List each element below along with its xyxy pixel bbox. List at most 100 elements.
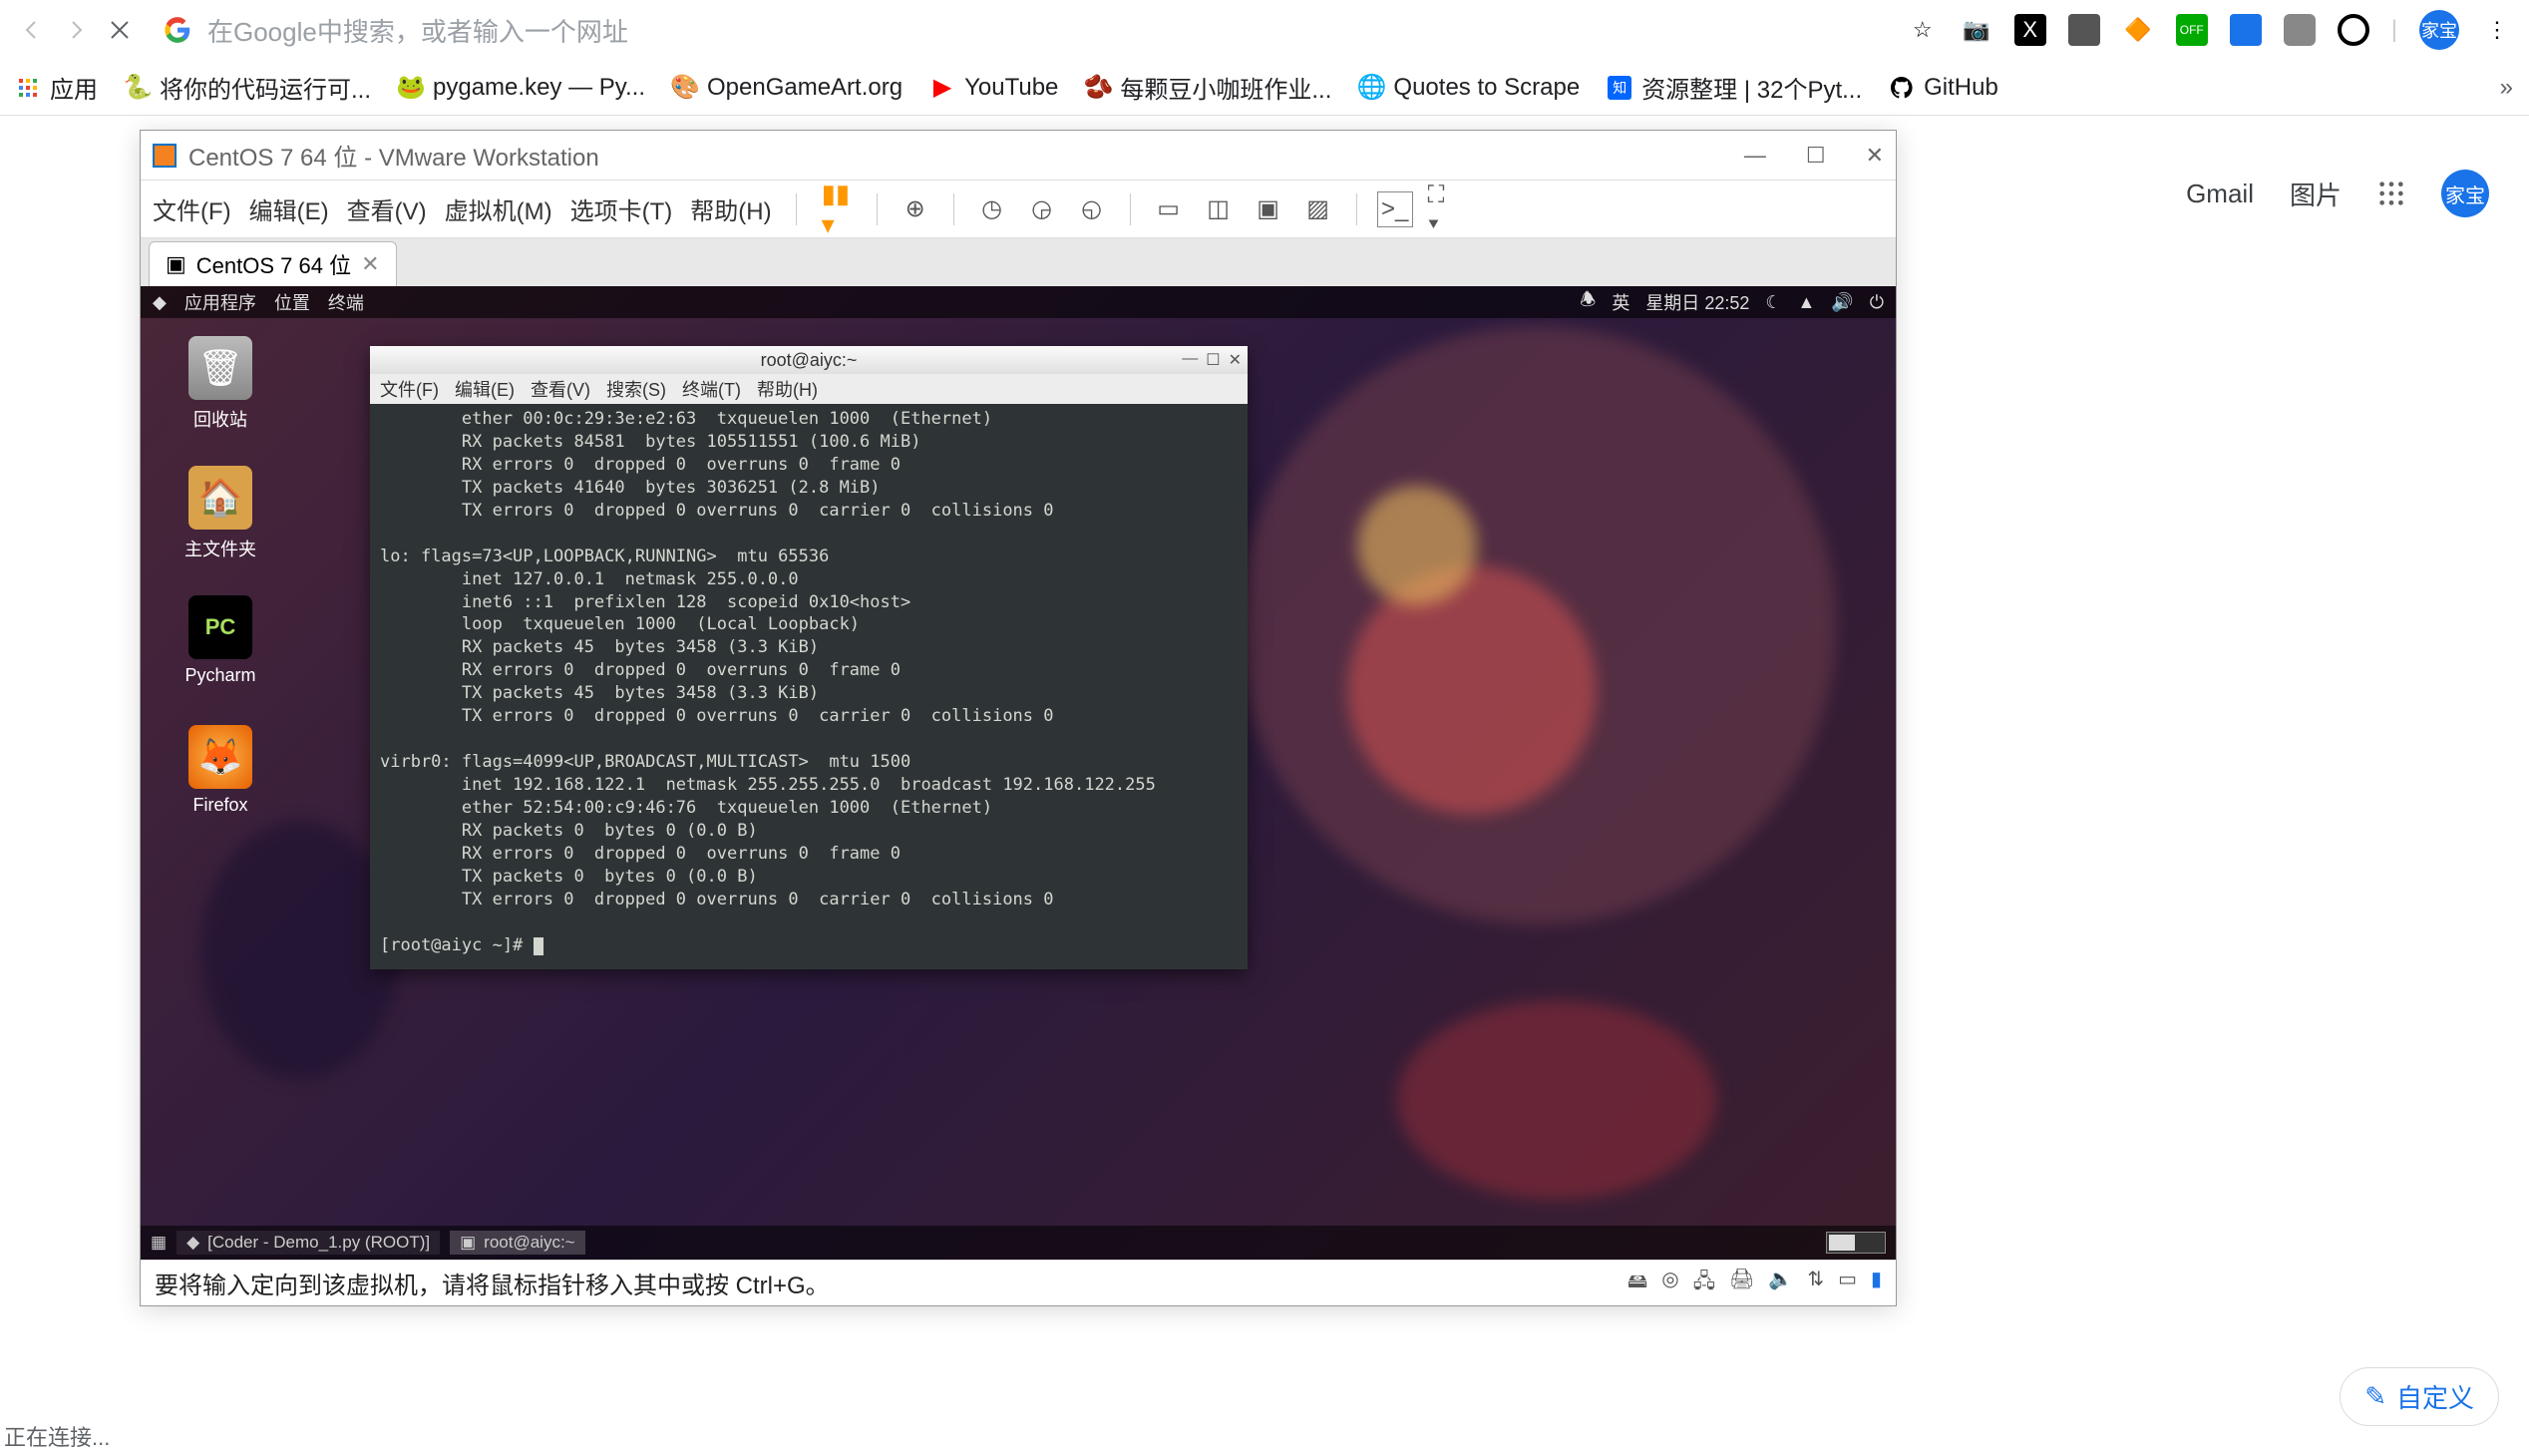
show-desktop-icon[interactable]: ▦ [151, 1233, 167, 1253]
network-icon[interactable]: ▲ [1798, 292, 1816, 313]
terminal-body[interactable]: ether 00:0c:29:3e:e2:63 txqueuelen 1000 … [370, 404, 1248, 969]
pause-button[interactable]: ▮▮ ▾ [821, 191, 857, 227]
gnome-menu-apps[interactable]: 应用程序 [184, 289, 256, 315]
forward-button[interactable] [60, 14, 92, 46]
google-header-right: Gmail 图片 家宝 [2186, 170, 2489, 217]
workspace-switcher[interactable] [1826, 1232, 1886, 1254]
ext-icon-off[interactable]: OFF [2176, 14, 2208, 46]
desktop-trash[interactable]: 🗑 回收站 [171, 336, 270, 432]
close-button[interactable]: ✕ [1866, 143, 1884, 169]
menu-file[interactable]: 文件(F) [153, 191, 231, 226]
terminal-minimize-icon[interactable]: — [1182, 350, 1198, 370]
bookmark-2[interactable]: 🎨OpenGameArt.org [673, 74, 903, 102]
term-menu-edit[interactable]: 编辑(E) [455, 376, 515, 402]
term-menu-search[interactable]: 搜索(S) [606, 376, 666, 402]
omnibox[interactable]: 在Google中搜索，或者输入一个网址 [148, 12, 1895, 49]
menu-view[interactable]: 查看(V) [347, 191, 427, 226]
term-menu-view[interactable]: 查看(V) [531, 376, 590, 402]
bookmark-1[interactable]: 🐸pygame.key — Py... [399, 74, 645, 102]
vmware-titlebar[interactable]: CentOS 7 64 位 - VMware Workstation — ☐ ✕ [141, 131, 1896, 181]
view-dis-unity-icon[interactable]: ▨ [1300, 191, 1336, 227]
task-terminal[interactable]: ▣ root@aiyc:~ [450, 1231, 585, 1255]
ext-icon-3[interactable]: 🔶 [2122, 14, 2154, 46]
menu-edit[interactable]: 编辑(E) [249, 191, 329, 226]
status-usb-icon[interactable]: ⇅ [1807, 1267, 1824, 1300]
term-menu-terminal[interactable]: 终端(T) [682, 376, 741, 402]
status-display-icon[interactable]: ▭ [1838, 1267, 1857, 1300]
send-cad-icon[interactable]: ⊕ [898, 191, 933, 227]
gnome-activities-icon[interactable]: ◆ [153, 292, 167, 313]
vm-tab-icon: ▣ [166, 251, 186, 277]
view-split-icon[interactable]: ◫ [1201, 191, 1237, 227]
google-apps-icon[interactable] [2377, 180, 2405, 207]
menu-vm[interactable]: 虚拟机(M) [445, 191, 552, 226]
status-sound-icon[interactable]: 🔈 [1768, 1267, 1793, 1300]
vm-tab-close-icon[interactable]: ✕ [361, 251, 379, 277]
ext-icon-5[interactable] [2284, 14, 2316, 46]
view-single-icon[interactable]: ▭ [1151, 191, 1187, 227]
bookmark-7[interactable]: GitHub [1890, 74, 1998, 102]
apps-label: 应用 [50, 70, 98, 105]
youtube-icon: ▶ [930, 76, 954, 100]
ext-icon-1[interactable]: X [2014, 14, 2046, 46]
gnome-desktop[interactable]: ◆ 应用程序 位置 终端 🕭 英 星期日 22:52 ☾ ▲ 🔊 ⏻ 🗑 回收站… [141, 286, 1896, 1260]
volume-icon[interactable]: 🔊 [1831, 292, 1853, 313]
stop-button[interactable] [104, 14, 136, 46]
night-icon[interactable]: ☾ [1765, 292, 1781, 313]
task-pycharm[interactable]: ◆ [Coder - Demo_1.py (ROOT)] [177, 1231, 440, 1255]
bookmark-4[interactable]: 🫘每颗豆小咖班作业... [1086, 70, 1331, 105]
gnome-menu-places[interactable]: 位置 [274, 289, 310, 315]
status-cd-icon[interactable]: ◎ [1661, 1267, 1678, 1300]
ext-icon-4[interactable] [2230, 14, 2262, 46]
desktop-pycharm[interactable]: PC Pycharm [171, 595, 270, 686]
terminal-close-icon[interactable]: ✕ [1229, 350, 1242, 370]
minimize-button[interactable]: — [1744, 143, 1766, 169]
power-icon[interactable]: ⏻ [1870, 292, 1884, 313]
ext-icon-2[interactable] [2068, 14, 2100, 46]
vmware-title: CentOS 7 64 位 - VMware Workstation [188, 138, 599, 173]
desktop-firefox[interactable]: 🦊 Firefox [171, 725, 270, 816]
status-printer-icon[interactable]: 🖨 [1729, 1267, 1754, 1300]
customize-button[interactable]: ✎ 自定义 [2340, 1367, 2499, 1426]
desktop-home[interactable]: 🏠 主文件夹 [171, 466, 270, 561]
bookmark-5[interactable]: 🌐Quotes to Scrape [1359, 74, 1580, 102]
star-icon[interactable]: ☆ [1907, 14, 1939, 46]
bookmark-0[interactable]: 🐍将你的代码运行可... [126, 70, 371, 105]
bookmarks-overflow[interactable]: » [2500, 74, 2513, 102]
ext-icon-6[interactable] [2338, 14, 2369, 46]
gmail-link[interactable]: Gmail [2186, 179, 2254, 209]
terminal-titlebar[interactable]: root@aiyc:~ — ☐ ✕ [370, 346, 1248, 374]
snapshot-revert-icon[interactable]: ◶ [1024, 191, 1060, 227]
snapshot-mgr-icon[interactable]: ◵ [1074, 191, 1110, 227]
bookmark-6[interactable]: 知资源整理 | 32个Pyt... [1608, 70, 1862, 105]
term-menu-file[interactable]: 文件(F) [380, 376, 439, 402]
status-net-icon[interactable]: 🖧 [1693, 1267, 1715, 1300]
status-msg-icon[interactable]: ▮ [1871, 1267, 1882, 1300]
back-button[interactable] [16, 14, 48, 46]
vmware-hintbar: 要将输入定向到该虚拟机，请将鼠标指针移入其中或按 Ctrl+G。 🖴 ◎ 🖧 🖨… [141, 1260, 1896, 1305]
terminal-maximize-icon[interactable]: ☐ [1206, 350, 1220, 370]
maximize-button[interactable]: ☐ [1806, 143, 1826, 169]
profile-avatar[interactable]: 家宝 [2419, 10, 2459, 50]
input-lang[interactable]: 英 [1612, 289, 1629, 315]
images-link[interactable]: 图片 [2290, 176, 2342, 212]
chrome-menu-icon[interactable]: ⋮ [2481, 14, 2513, 46]
view-unity-icon[interactable]: ▣ [1251, 191, 1286, 227]
console-icon[interactable]: >_ [1377, 191, 1413, 227]
accessibility-icon[interactable]: 🕭 [1580, 287, 1596, 317]
gnome-menu-terminal[interactable]: 终端 [328, 289, 364, 315]
apps-button[interactable]: 应用 [16, 70, 98, 105]
menu-help[interactable]: 帮助(H) [690, 191, 771, 226]
fullscreen-icon[interactable]: ⛶ ▾ [1427, 191, 1463, 227]
bean-icon: 🫘 [1086, 76, 1110, 100]
bookmark-3[interactable]: ▶YouTube [930, 74, 1058, 102]
clock-label[interactable]: 星期日 22:52 [1645, 289, 1749, 315]
camera-icon[interactable]: 📷 [1961, 14, 1992, 46]
menu-tabs[interactable]: 选项卡(T) [570, 191, 673, 226]
snapshot-icon[interactable]: ◷ [974, 191, 1010, 227]
trash-icon: 🗑 [188, 336, 252, 400]
google-avatar[interactable]: 家宝 [2441, 170, 2489, 217]
status-hdd-icon[interactable]: 🖴 [1627, 1267, 1647, 1300]
vm-tab-centos[interactable]: ▣ CentOS 7 64 位 ✕ [149, 241, 397, 286]
term-menu-help[interactable]: 帮助(H) [757, 376, 818, 402]
